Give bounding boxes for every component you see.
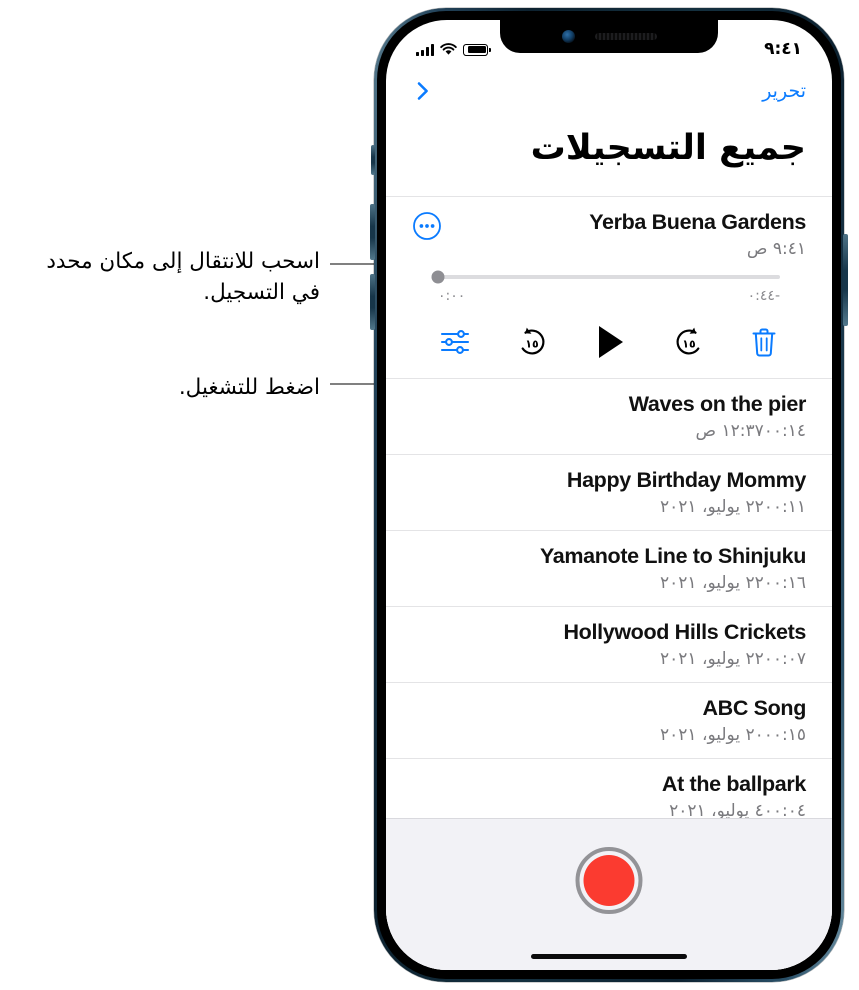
home-indicator: [531, 953, 687, 959]
recording-duration: ٠٠:١١: [763, 497, 806, 517]
recording-date: ٩:٤١ ص: [746, 239, 806, 259]
volume-down-button[interactable]: [370, 274, 375, 330]
iphone-device-frame: ٩:٤١ تحرير جميع التسجيلات Yerba Buena Ga…: [370, 8, 848, 982]
record-dot: [583, 855, 635, 906]
silent-switch[interactable]: [371, 145, 375, 175]
table-row[interactable]: ABC Song ٢٠ يوليو، ٢٠٢١ ٠٠:١٥: [386, 683, 832, 758]
speaker-grille-icon: [594, 33, 657, 40]
elapsed-time: ٠:٠٠: [438, 288, 466, 304]
volume-up-button[interactable]: [370, 204, 375, 260]
table-row-selected[interactable]: Yerba Buena Gardens ٩:٤١ ص ٠:٠٠ -٠:٤٤ ١٥…: [386, 197, 832, 378]
status-bar-time: ٩:٤١: [764, 39, 802, 59]
trash-icon[interactable]: [750, 326, 778, 358]
cellular-signal-icon: [416, 43, 435, 56]
more-circle-icon[interactable]: [412, 211, 442, 241]
recording-duration: ٠٠:١٥: [763, 725, 806, 745]
recording-duration: ٠٠:١٤: [763, 421, 806, 441]
wifi-icon: [440, 42, 457, 56]
recording-title: Hollywood Hills Crickets: [563, 620, 807, 644]
recording-date: ٢٢ يوليو، ٢٠٢١: [660, 497, 764, 517]
drag-callout-text: اسحب للانتقال إلى مكان محدد في التسجيل.: [46, 249, 320, 306]
phone-bezel: ٩:٤١ تحرير جميع التسجيلات Yerba Buena Ga…: [377, 11, 841, 979]
status-bar-icons: [416, 42, 491, 56]
screenshot-root: اسحب للانتقال إلى مكان محدد في التسجيل. …: [0, 0, 859, 990]
scrubber-thumb[interactable]: [431, 270, 445, 284]
recording-title: ABC Song: [702, 696, 807, 720]
notch: [500, 20, 718, 53]
svg-text:١٥: ١٥: [682, 337, 696, 350]
recording-title: Yerba Buena Gardens: [589, 210, 806, 234]
scrubber-time-labels: ٠:٠٠ -٠:٤٤: [438, 279, 780, 304]
playback-controls: ١٥ ١٥: [412, 304, 806, 378]
recording-title: At the ballpark: [661, 772, 806, 796]
phone-screen: ٩:٤١ تحرير جميع التسجيلات Yerba Buena Ga…: [386, 20, 832, 970]
table-row[interactable]: Happy Birthday Mommy ٢٢ يوليو، ٢٠٢١ ٠٠:١…: [386, 455, 832, 530]
recording-title: Yamanote Line to Shinjuku: [539, 544, 806, 568]
power-button[interactable]: [843, 234, 848, 326]
table-row[interactable]: Yamanote Line to Shinjuku ٢٢ يوليو، ٢٠٢١…: [386, 531, 832, 606]
battery-icon: [463, 43, 491, 56]
record-bar: [386, 818, 832, 970]
skip-forward-15-icon[interactable]: ١٥: [515, 325, 549, 359]
recording-date: ١٢:٣٧ ص: [695, 421, 764, 441]
svg-text:١٥: ١٥: [525, 337, 539, 350]
play-callout-text: اضغط للتشغيل.: [178, 375, 320, 400]
sliders-icon[interactable]: [440, 329, 470, 355]
recording-duration: ٠٠:٠٧: [763, 649, 806, 669]
recording-date: ٢٢ يوليو، ٢٠٢١: [660, 649, 764, 669]
table-row[interactable]: Hollywood Hills Crickets ٢٢ يوليو، ٢٠٢١ …: [386, 607, 832, 682]
table-row[interactable]: Waves on the pier ١٢:٣٧ ص ٠٠:١٤: [386, 379, 832, 454]
recording-title: Happy Birthday Mommy: [566, 468, 806, 492]
record-button-icon[interactable]: [575, 847, 643, 914]
recording-duration: ٠٠:١٦: [763, 573, 806, 593]
skip-back-15-icon[interactable]: ١٥: [672, 325, 706, 359]
recording-title: Waves on the pier: [628, 392, 807, 416]
edit-button[interactable]: تحرير: [762, 80, 806, 102]
recording-date: ٢٠ يوليو، ٢٠٢١: [660, 725, 764, 745]
navigation-bar: تحرير: [386, 66, 832, 102]
recording-date: ٢٢ يوليو، ٢٠٢١: [660, 573, 764, 593]
play-icon[interactable]: [593, 324, 627, 360]
chevron-right-icon[interactable]: [412, 80, 434, 102]
page-title: جميع التسجيلات: [530, 128, 807, 168]
front-camera-icon: [561, 30, 575, 43]
playback-scrubber[interactable]: ٠:٠٠ -٠:٤٤: [412, 265, 806, 304]
remaining-time: -٠:٤٤: [747, 288, 780, 304]
scrubber-track[interactable]: [431, 270, 780, 284]
